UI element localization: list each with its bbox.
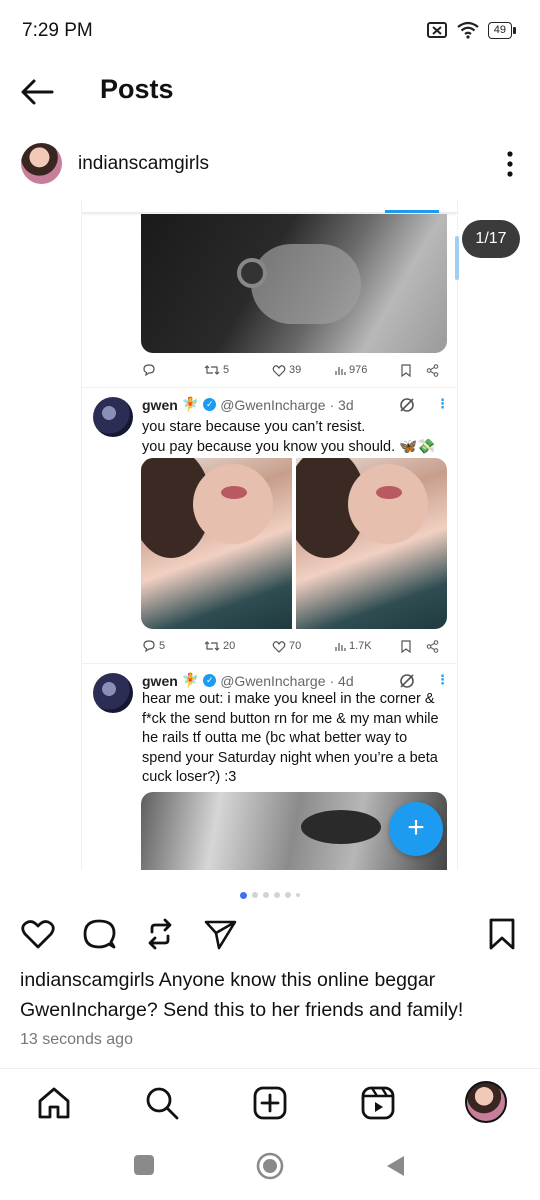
- recent-apps-icon[interactable]: [133, 1154, 155, 1176]
- tweet-2-more-icon: ⋮: [436, 396, 449, 411]
- no-sim-icon: [426, 22, 447, 38]
- tweet-1-image: [141, 214, 447, 353]
- battery-icon: 49: [487, 21, 516, 39]
- post-action-bar: [0, 912, 540, 958]
- reels-icon[interactable]: [358, 1083, 398, 1123]
- save-bookmark-icon[interactable]: [484, 916, 520, 952]
- tweet-2-likes: 70: [272, 640, 301, 653]
- page-title: Posts: [100, 74, 174, 104]
- verified-badge-icon: ✓: [203, 398, 217, 411]
- verified-badge-icon: ✓: [203, 674, 217, 687]
- views-icon: [335, 643, 346, 651]
- tweet-2-text: you stare because you can’t resist. you …: [142, 419, 436, 455]
- home-circle-icon[interactable]: [256, 1152, 284, 1180]
- reply-icon: [142, 363, 156, 377]
- tweet-1-views: 976: [334, 364, 367, 376]
- profile-avatar[interactable]: [465, 1081, 507, 1123]
- more-options-icon[interactable]: [500, 146, 520, 182]
- system-nav-bar: [0, 1140, 540, 1200]
- post-caption: indianscamgirls Anyone know this online …: [20, 965, 520, 1025]
- share-icon: [426, 639, 439, 653]
- carousel-dot: [240, 891, 247, 899]
- reply-icon: [143, 640, 155, 653]
- tweet-3-handle: @GwenIncharge: [220, 672, 326, 689]
- share-send-icon[interactable]: [202, 916, 238, 952]
- views-icon: [335, 367, 346, 375]
- tweet-2-handle: @GwenIncharge: [220, 396, 326, 413]
- tweet-2-header: gwen 🧚 ✓ @GwenIncharge · 3d: [142, 396, 354, 413]
- post-timestamp: 13 seconds ago: [20, 1031, 133, 1048]
- status-icons: 49: [426, 20, 516, 40]
- search-icon[interactable]: [142, 1083, 182, 1123]
- back-arrow-icon[interactable]: [18, 74, 58, 110]
- carousel-dot: [296, 893, 300, 897]
- tweet-3-header: gwen 🧚 ✓ @GwenIncharge · 4d: [142, 672, 354, 689]
- back-triangle-icon[interactable]: [384, 1154, 406, 1178]
- like-icon: [272, 364, 286, 377]
- like-heart-icon[interactable]: [20, 916, 56, 952]
- carousel-dot: [274, 892, 280, 898]
- tweet-2-actions: 5 20 70 1.7K: [141, 634, 447, 658]
- retweet-icon: [204, 365, 220, 375]
- tweet-2-avatar: [93, 397, 133, 437]
- tweet-3-age: · 4d: [329, 672, 354, 689]
- status-bar: 7:29 PM 49: [0, 0, 540, 62]
- header: Posts: [0, 62, 540, 122]
- tweet-1-retweets: 5: [204, 363, 229, 377]
- caption-username[interactable]: indianscamgirls: [20, 969, 154, 991]
- retweet-icon: [204, 641, 220, 651]
- tweet-1-likes: 39: [272, 364, 301, 377]
- bookmark-icon: [400, 363, 412, 377]
- share-icon: [426, 363, 439, 377]
- tweet-2-name: gwen: [142, 396, 178, 413]
- carousel-indicator: [0, 891, 540, 899]
- create-post-icon[interactable]: [250, 1083, 290, 1123]
- tweet-3-text: hear me out: i make you kneel in the cor…: [142, 691, 439, 785]
- tweet-2-retweets: 20: [204, 639, 235, 653]
- grok-icon: [400, 398, 414, 412]
- status-time: 7:29 PM: [22, 20, 93, 41]
- media-counter: 1/17: [462, 220, 520, 258]
- tweet-3-avatar: [93, 673, 133, 713]
- tweet-3-name: gwen: [142, 672, 178, 689]
- tweet-2-age: · 3d: [329, 396, 354, 413]
- battery-level: 49: [487, 21, 512, 39]
- scrollbar: [455, 236, 459, 280]
- tweet-2-replies: 5: [142, 639, 165, 653]
- bottom-nav: [0, 1068, 540, 1138]
- author-avatar[interactable]: [21, 143, 62, 184]
- post-author-row: indianscamgirls: [0, 138, 540, 194]
- tweet-2-image-1: [141, 458, 292, 629]
- grok-icon: [400, 674, 414, 688]
- tweet-3-more-icon: ⋮: [436, 672, 449, 687]
- carousel-dot: [252, 892, 258, 898]
- bookmark-icon: [400, 639, 412, 653]
- comment-icon[interactable]: [81, 916, 117, 952]
- tweet-2-image-2: [296, 458, 447, 629]
- wifi-icon: [457, 21, 479, 39]
- carousel-dot: [285, 892, 291, 898]
- tweet-1-actions: 5 39 976: [141, 358, 447, 382]
- carousel-dot: [263, 892, 269, 898]
- like-icon: [272, 640, 286, 653]
- repost-icon[interactable]: [142, 916, 178, 952]
- tweet-2-views: 1.7K: [334, 640, 372, 652]
- compose-fab-button: +: [389, 802, 443, 856]
- post-media[interactable]: 5 39 976 gwen 🧚 ✓ @GwenIncharge · 3d ⋮ yo…: [0, 200, 540, 870]
- home-icon[interactable]: [34, 1083, 74, 1123]
- author-username[interactable]: indianscamgirls: [78, 153, 209, 175]
